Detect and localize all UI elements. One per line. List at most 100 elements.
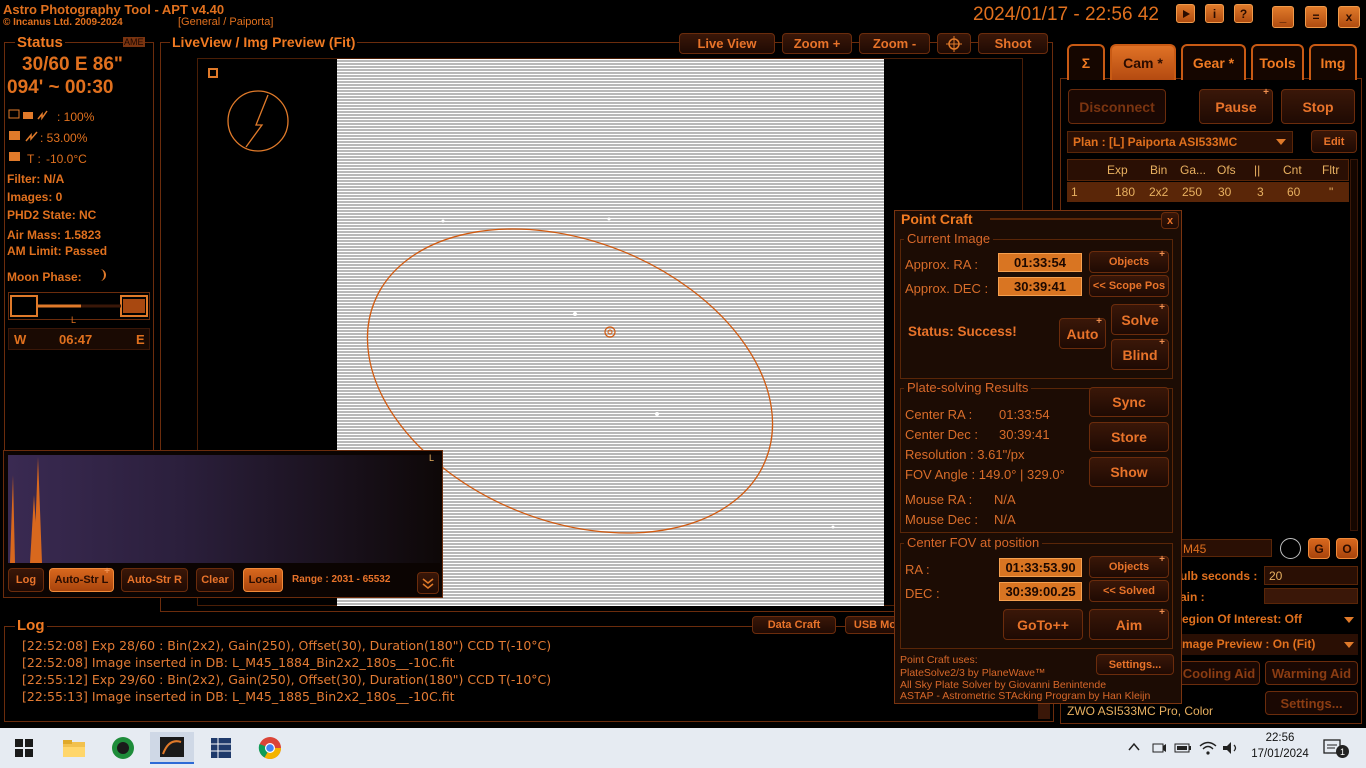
edit-plan-button[interactable]: Edit bbox=[1311, 130, 1357, 153]
data-craft-button[interactable]: Data Craft bbox=[752, 616, 836, 634]
table-header: Ofs bbox=[1217, 163, 1236, 177]
show-button[interactable]: Show bbox=[1089, 457, 1169, 487]
clock-date[interactable]: 17/01/2024 bbox=[1246, 748, 1314, 760]
clear-button[interactable]: Clear bbox=[196, 568, 234, 592]
maximize-button[interactable]: = bbox=[1305, 6, 1327, 28]
warming-aid-button[interactable]: Warming Aid bbox=[1265, 661, 1358, 685]
plan-select[interactable]: Plan : [L] Paiporta ASI533MC bbox=[1067, 131, 1293, 153]
row-count: 60 bbox=[1287, 185, 1301, 199]
auto-button[interactable]: Auto bbox=[1059, 316, 1106, 349]
live-view-button[interactable]: Live View bbox=[679, 33, 775, 54]
close-button[interactable]: x bbox=[1338, 6, 1360, 28]
disconnect-button[interactable]: Disconnect bbox=[1068, 89, 1166, 124]
log-scale-button[interactable]: Log bbox=[8, 568, 44, 592]
chrome-icon[interactable] bbox=[248, 732, 292, 764]
copyright: © Incanus Ltd. 2009-2024 bbox=[3, 17, 123, 28]
from-solved-button[interactable]: << Solved bbox=[1089, 580, 1169, 602]
o-button[interactable]: O bbox=[1336, 538, 1358, 559]
battery-tray-icon[interactable] bbox=[1174, 740, 1192, 761]
cooling-aid-button[interactable]: Cooling Aid bbox=[1178, 661, 1260, 685]
log-scroll-handle[interactable] bbox=[1038, 703, 1050, 719]
tab-gear[interactable]: Gear * bbox=[1181, 44, 1246, 80]
auto-stretch-r-button[interactable]: Auto-Str R bbox=[121, 568, 188, 592]
objects-button[interactable]: Objects bbox=[1089, 249, 1169, 273]
filter-status: Filter: N/A bbox=[7, 172, 65, 186]
approx-ra-field[interactable]: 01:33:54 bbox=[998, 253, 1082, 272]
store-button[interactable]: Store bbox=[1089, 422, 1169, 452]
pause-button[interactable]: Pause bbox=[1199, 87, 1273, 124]
approx-dec-field[interactable]: 30:39:41 bbox=[998, 277, 1082, 296]
table-header: Bin bbox=[1150, 163, 1168, 177]
credit-astap: ASTAP - Astrometric STAcking Program by … bbox=[900, 690, 1151, 702]
target-ra-field[interactable]: 01:33:53.90 bbox=[999, 558, 1082, 577]
crosshair-button[interactable] bbox=[937, 33, 971, 54]
roi-select[interactable]: egion Of Interest: Off bbox=[1180, 609, 1358, 630]
objects-button-2[interactable]: Objects bbox=[1089, 554, 1169, 578]
meridian-marker: L bbox=[71, 315, 77, 325]
bulb-seconds-input[interactable]: 20 bbox=[1264, 566, 1358, 585]
histogram-chart[interactable] bbox=[8, 455, 440, 563]
table-row[interactable]: 1 180 2x2 250 30 3 60 " bbox=[1067, 182, 1349, 202]
moon-phase-label: Moon Phase: bbox=[7, 270, 82, 284]
image-preview-select[interactable]: mage Preview : On (Fit) bbox=[1180, 634, 1358, 655]
info-icon[interactable]: i bbox=[1205, 4, 1224, 23]
frame-select-icon[interactable] bbox=[208, 68, 218, 78]
credits-header: Point Craft uses: bbox=[900, 654, 978, 666]
expand-histogram-button[interactable] bbox=[417, 572, 439, 594]
table-header: Cnt bbox=[1283, 163, 1302, 177]
blind-solve-button[interactable]: Blind bbox=[1111, 337, 1169, 370]
grid-app-icon[interactable] bbox=[199, 732, 243, 764]
camera-settings-button[interactable]: Settings... bbox=[1265, 691, 1358, 715]
g-button[interactable]: G bbox=[1308, 538, 1330, 559]
tab-tools[interactable]: Tools bbox=[1251, 44, 1304, 80]
scope-pos-button[interactable]: << Scope Pos bbox=[1089, 275, 1169, 297]
gain-input[interactable] bbox=[1264, 588, 1358, 604]
shoot-button[interactable]: Shoot bbox=[978, 33, 1048, 54]
datetime: 2024/01/17 - 22:56 42 bbox=[973, 4, 1159, 25]
mouse-ra-value: N/A bbox=[994, 492, 1016, 507]
center-dec-label: Center Dec : bbox=[905, 427, 978, 442]
local-button[interactable]: Local bbox=[243, 568, 283, 592]
plan-scrollbar[interactable] bbox=[1350, 159, 1358, 531]
phd2-state: PHD2 State: NC bbox=[7, 208, 97, 222]
file-explorer-icon[interactable] bbox=[52, 732, 96, 764]
volume-icon[interactable] bbox=[1222, 740, 1240, 761]
media-app-icon[interactable] bbox=[101, 732, 145, 764]
play-icon[interactable] bbox=[1176, 4, 1195, 23]
row-dither: 3 bbox=[1257, 185, 1264, 199]
solve-button[interactable]: Solve bbox=[1111, 302, 1169, 335]
sync-button[interactable]: Sync bbox=[1089, 387, 1169, 417]
tab-summary[interactable]: Σ bbox=[1067, 44, 1105, 80]
zoom-out-button[interactable]: Zoom - bbox=[859, 33, 930, 54]
battery-level: : 100% bbox=[57, 110, 95, 124]
point-craft-settings-button[interactable]: Settings... bbox=[1096, 654, 1174, 675]
chevron-up-icon[interactable] bbox=[1127, 740, 1141, 759]
mouse-dec-value: N/A bbox=[994, 512, 1016, 527]
zoom-in-button[interactable]: Zoom + bbox=[782, 33, 852, 54]
profile-label: [General / Paiporta] bbox=[178, 16, 274, 28]
log-line: [22:55:12] Exp 29/60 : Bin(2x2), Gain(25… bbox=[22, 672, 552, 687]
log-title: Log bbox=[15, 617, 47, 634]
camera-power-level: : 53.00% bbox=[40, 131, 88, 145]
tab-img[interactable]: Img bbox=[1309, 44, 1357, 80]
auto-stretch-l-button[interactable]: Auto-Str L bbox=[49, 566, 114, 592]
aim-button[interactable]: Aim bbox=[1089, 607, 1169, 640]
goto-button[interactable]: GoTo++ bbox=[1003, 609, 1083, 640]
point-craft-dialog: Point Craft x Current Image Approx. RA :… bbox=[894, 210, 1182, 704]
histogram-corner-label: L bbox=[429, 453, 435, 463]
minimize-button[interactable]: _ bbox=[1272, 6, 1294, 28]
clock-time[interactable]: 22:56 bbox=[1250, 732, 1310, 744]
roi-value: egion Of Interest: Off bbox=[1182, 612, 1302, 626]
windows-start-icon[interactable] bbox=[2, 732, 46, 764]
meet-icon[interactable] bbox=[1151, 740, 1167, 761]
close-dialog-button[interactable]: x bbox=[1161, 212, 1179, 229]
apt-app-icon[interactable] bbox=[150, 732, 194, 764]
target-field[interactable]: M45 bbox=[1180, 539, 1272, 557]
am-limit: AM Limit: Passed bbox=[7, 244, 108, 258]
target-dec-field[interactable]: 30:39:00.25 bbox=[999, 582, 1082, 601]
image-preview-value: mage Preview : On (Fit) bbox=[1182, 637, 1316, 651]
stop-button[interactable]: Stop bbox=[1281, 89, 1355, 124]
wifi-icon[interactable] bbox=[1199, 740, 1217, 761]
tab-cam[interactable]: Cam * bbox=[1110, 44, 1176, 80]
help-icon[interactable]: ? bbox=[1234, 4, 1253, 23]
